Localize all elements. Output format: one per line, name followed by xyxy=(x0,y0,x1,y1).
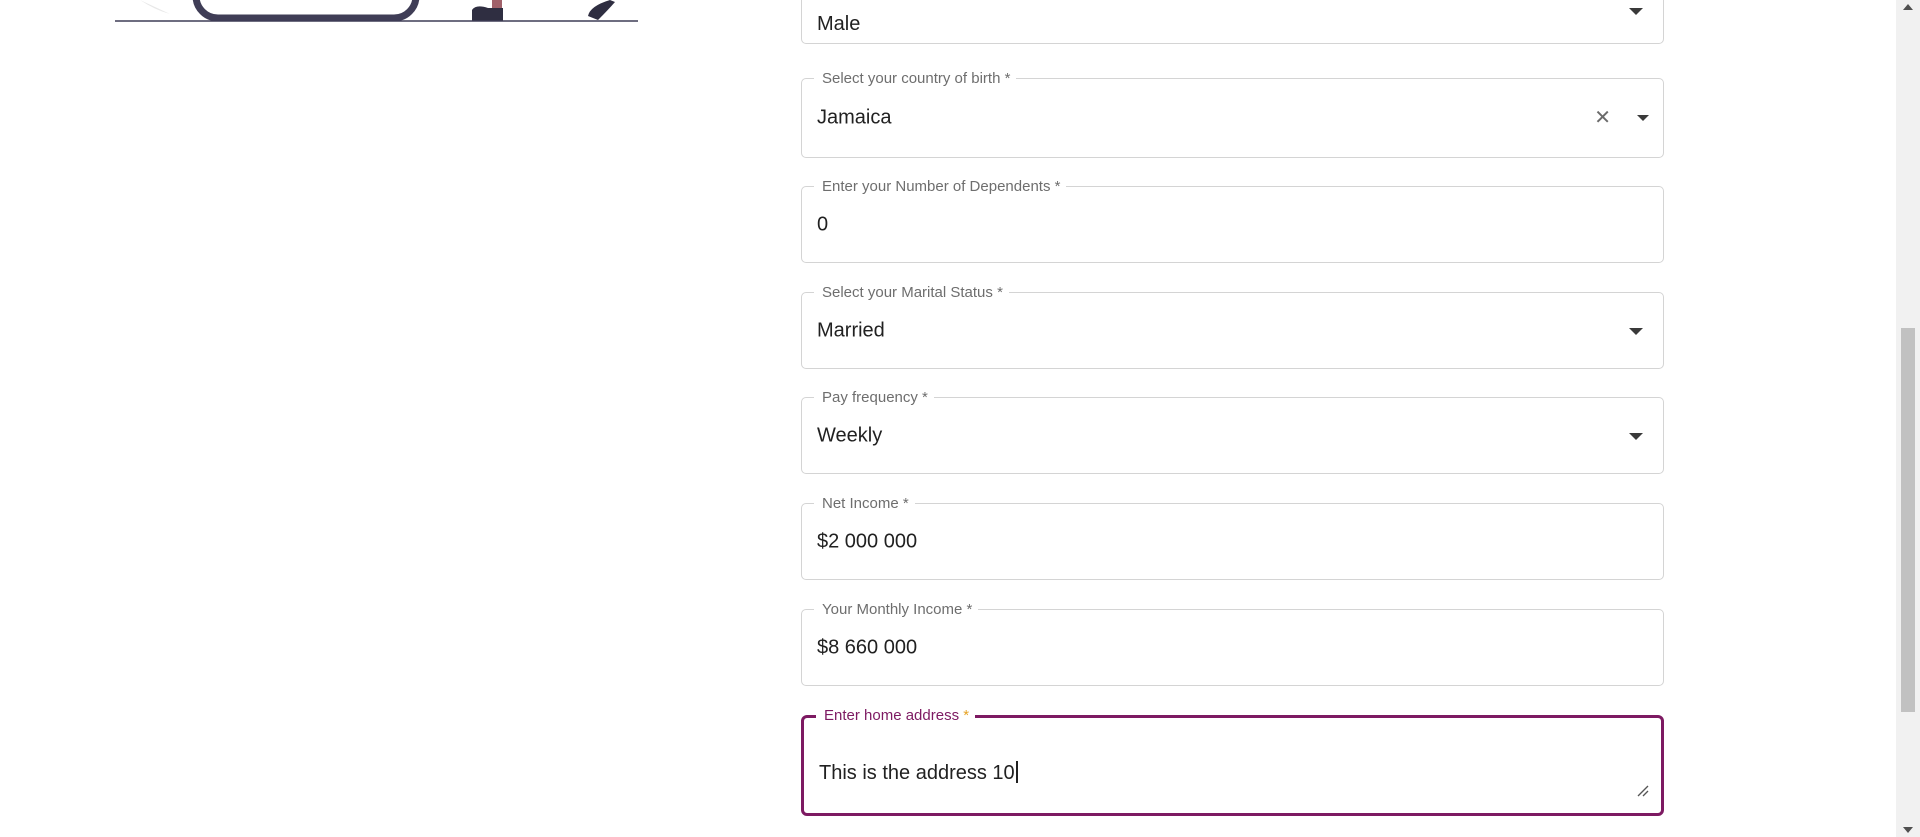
resize-handle-icon[interactable] xyxy=(1637,785,1649,797)
chevron-down-icon[interactable] xyxy=(1629,432,1643,440)
marital-status-value: Married xyxy=(817,319,885,341)
illustration-frame xyxy=(192,0,420,22)
net-income-value: $2 000 000 xyxy=(817,530,918,552)
chevron-down-icon[interactable] xyxy=(1629,8,1643,15)
scroll-down-arrow-icon[interactable] xyxy=(1903,827,1913,833)
illustration-shape xyxy=(140,0,170,14)
close-icon[interactable]: ✕ xyxy=(1594,108,1611,128)
pay-frequency-select[interactable]: Pay frequency * Weekly xyxy=(801,388,1664,474)
gender-value: Male xyxy=(817,13,861,35)
home-address-text: This is the address 10 xyxy=(819,762,1015,784)
illustration-figure-shoe xyxy=(472,6,503,21)
page-scrollbar[interactable] xyxy=(1896,0,1920,837)
chevron-down-icon[interactable] xyxy=(1637,115,1649,121)
dependents-field[interactable]: Enter your Number of Dependents * 0 xyxy=(801,177,1664,263)
country-of-birth-label: Select your country of birth * xyxy=(814,69,1017,89)
required-mark: * xyxy=(963,707,970,724)
marital-status-label: Select your Marital Status * xyxy=(814,283,1009,303)
scrollbar-thumb[interactable] xyxy=(1901,328,1915,712)
home-address-textarea[interactable]: Enter home address * This is the address… xyxy=(801,706,1664,816)
illustration xyxy=(115,0,638,22)
country-of-birth-value: Jamaica xyxy=(817,106,892,129)
illustration-figure-shoe xyxy=(588,0,615,20)
illustration-figure-leg xyxy=(492,0,502,8)
dependents-value: 0 xyxy=(817,213,829,235)
scroll-up-arrow-icon[interactable] xyxy=(1903,4,1913,10)
home-address-value: This is the address 10 xyxy=(819,761,1018,785)
monthly-income-value: $8 660 000 xyxy=(817,636,918,658)
net-income-label: Net Income * xyxy=(814,494,915,514)
monthly-income-label: Your Monthly Income * xyxy=(814,600,979,620)
net-income-field[interactable]: Net Income * $2 000 000 xyxy=(801,494,1664,580)
marital-status-select[interactable]: Select your Marital Status * Married xyxy=(801,283,1664,369)
home-address-label: Enter home address * xyxy=(816,706,976,726)
home-address-label-text: Enter home address xyxy=(824,707,960,724)
chevron-down-icon[interactable] xyxy=(1629,327,1643,335)
gender-select[interactable]: Male xyxy=(801,0,1664,44)
dependents-label: Enter your Number of Dependents * xyxy=(814,177,1067,197)
text-caret xyxy=(1015,761,1018,783)
pay-frequency-label: Pay frequency * xyxy=(814,388,934,408)
pay-frequency-value: Weekly xyxy=(817,424,883,446)
country-of-birth-select[interactable]: Select your country of birth * Jamaica ✕ xyxy=(801,69,1664,158)
monthly-income-field[interactable]: Your Monthly Income * $8 660 000 xyxy=(801,600,1664,686)
